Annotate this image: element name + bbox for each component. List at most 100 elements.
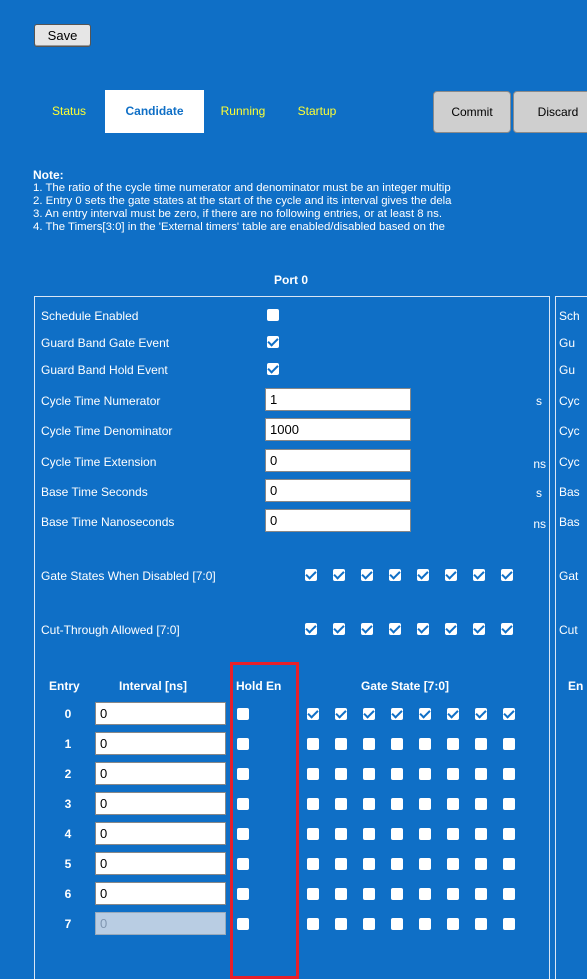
gate-state-bit-1-checkbox[interactable] — [475, 708, 487, 720]
gate-state-bit-4-checkbox[interactable] — [391, 798, 403, 810]
gate-state-bit-0-checkbox[interactable] — [503, 828, 515, 840]
cut-through-allowed-bit-0-checkbox[interactable] — [501, 623, 513, 635]
guard-band-hold-event-checkbox[interactable] — [267, 363, 279, 375]
gate-state-bit-4-checkbox[interactable] — [391, 768, 403, 780]
gate-state-bit-0-checkbox[interactable] — [503, 888, 515, 900]
gate-state-bit-4-checkbox[interactable] — [391, 888, 403, 900]
save-button[interactable]: Save — [34, 24, 91, 47]
interval-input[interactable]: 0 — [95, 852, 226, 875]
gate-state-bit-3-checkbox[interactable] — [419, 798, 431, 810]
gate-state-bit-7-checkbox[interactable] — [307, 828, 319, 840]
gate-states-when-disabled-bit-2-checkbox[interactable] — [445, 569, 457, 581]
gate-state-bit-2-checkbox[interactable] — [447, 888, 459, 900]
gate-state-bit-0-checkbox[interactable] — [503, 858, 515, 870]
gate-state-bit-7-checkbox[interactable] — [307, 888, 319, 900]
gate-state-bit-2-checkbox[interactable] — [447, 918, 459, 930]
gate-state-bit-3-checkbox[interactable] — [419, 918, 431, 930]
gate-state-bit-4-checkbox[interactable] — [391, 828, 403, 840]
gate-state-bit-5-checkbox[interactable] — [363, 888, 375, 900]
gate-state-bit-2-checkbox[interactable] — [447, 858, 459, 870]
gate-state-bit-5-checkbox[interactable] — [363, 918, 375, 930]
gate-state-bit-5-checkbox[interactable] — [363, 708, 375, 720]
gate-state-bit-4-checkbox[interactable] — [391, 708, 403, 720]
gate-state-bit-3-checkbox[interactable] — [419, 828, 431, 840]
gate-state-bit-7-checkbox[interactable] — [307, 738, 319, 750]
cycle-time-denominator-input[interactable]: 1000 — [265, 418, 411, 441]
gate-state-bit-0-checkbox[interactable] — [503, 768, 515, 780]
cycle-time-extension-input[interactable]: 0 — [265, 449, 411, 472]
gate-state-bit-2-checkbox[interactable] — [447, 768, 459, 780]
gate-state-bit-1-checkbox[interactable] — [475, 768, 487, 780]
cut-through-allowed-bit-2-checkbox[interactable] — [445, 623, 457, 635]
gate-state-bit-6-checkbox[interactable] — [335, 828, 347, 840]
tab-startup[interactable]: Startup — [281, 90, 353, 133]
gate-state-bit-3-checkbox[interactable] — [419, 738, 431, 750]
gate-state-bit-1-checkbox[interactable] — [475, 858, 487, 870]
gate-state-bit-5-checkbox[interactable] — [363, 828, 375, 840]
gate-state-bit-4-checkbox[interactable] — [391, 918, 403, 930]
gate-states-when-disabled-bit-1-checkbox[interactable] — [473, 569, 485, 581]
gate-state-bit-3-checkbox[interactable] — [419, 768, 431, 780]
gate-state-bit-7-checkbox[interactable] — [307, 768, 319, 780]
tab-candidate[interactable]: Candidate — [105, 90, 204, 133]
gate-state-bit-6-checkbox[interactable] — [335, 738, 347, 750]
commit-button[interactable]: Commit — [433, 91, 511, 133]
base-time-nanoseconds-input[interactable]: 0 — [265, 509, 411, 532]
gate-state-bit-7-checkbox[interactable] — [307, 708, 319, 720]
gate-state-bit-1-checkbox[interactable] — [475, 918, 487, 930]
gate-state-bit-3-checkbox[interactable] — [419, 858, 431, 870]
gate-state-bit-5-checkbox[interactable] — [363, 798, 375, 810]
cut-through-allowed-bit-4-checkbox[interactable] — [389, 623, 401, 635]
interval-input[interactable]: 0 — [95, 702, 226, 725]
gate-state-bit-0-checkbox[interactable] — [503, 708, 515, 720]
gate-state-bit-1-checkbox[interactable] — [475, 888, 487, 900]
gate-state-bit-6-checkbox[interactable] — [335, 798, 347, 810]
gate-state-bit-0-checkbox[interactable] — [503, 738, 515, 750]
gate-state-bit-7-checkbox[interactable] — [307, 858, 319, 870]
gate-state-bit-0-checkbox[interactable] — [503, 798, 515, 810]
gate-state-bit-2-checkbox[interactable] — [447, 828, 459, 840]
interval-input[interactable]: 0 — [95, 762, 226, 785]
gate-state-bit-5-checkbox[interactable] — [363, 738, 375, 750]
cycle-time-numerator-input[interactable]: 1 — [265, 388, 411, 411]
tab-running[interactable]: Running — [208, 90, 278, 133]
gate-state-bit-4-checkbox[interactable] — [391, 858, 403, 870]
gate-state-bit-6-checkbox[interactable] — [335, 888, 347, 900]
gate-state-bit-2-checkbox[interactable] — [447, 798, 459, 810]
cut-through-allowed-bit-6-checkbox[interactable] — [333, 623, 345, 635]
gate-state-bit-1-checkbox[interactable] — [475, 798, 487, 810]
interval-input[interactable]: 0 — [95, 882, 226, 905]
gate-states-when-disabled-bit-3-checkbox[interactable] — [417, 569, 429, 581]
gate-state-bit-6-checkbox[interactable] — [335, 768, 347, 780]
schedule-enabled-checkbox[interactable] — [267, 309, 279, 321]
discard-button[interactable]: Discard — [513, 91, 587, 133]
gate-state-bit-4-checkbox[interactable] — [391, 738, 403, 750]
gate-states-when-disabled-bit-6-checkbox[interactable] — [333, 569, 345, 581]
base-time-seconds-input[interactable]: 0 — [265, 479, 411, 502]
gate-state-bit-5-checkbox[interactable] — [363, 768, 375, 780]
gate-states-when-disabled-bit-7-checkbox[interactable] — [305, 569, 317, 581]
guard-band-gate-event-checkbox[interactable] — [267, 336, 279, 348]
gate-state-bit-6-checkbox[interactable] — [335, 918, 347, 930]
tab-status[interactable]: Status — [38, 90, 100, 133]
gate-state-bit-2-checkbox[interactable] — [447, 708, 459, 720]
gate-state-bit-6-checkbox[interactable] — [335, 708, 347, 720]
interval-input[interactable]: 0 — [95, 732, 226, 755]
gate-state-bit-0-checkbox[interactable] — [503, 918, 515, 930]
cut-through-allowed-bit-5-checkbox[interactable] — [361, 623, 373, 635]
gate-state-bit-3-checkbox[interactable] — [419, 888, 431, 900]
gate-state-bit-7-checkbox[interactable] — [307, 798, 319, 810]
interval-input[interactable]: 0 — [95, 792, 226, 815]
gate-states-when-disabled-bit-5-checkbox[interactable] — [361, 569, 373, 581]
gate-state-bit-5-checkbox[interactable] — [363, 858, 375, 870]
gate-state-bit-6-checkbox[interactable] — [335, 858, 347, 870]
interval-input[interactable]: 0 — [95, 822, 226, 845]
gate-state-bit-1-checkbox[interactable] — [475, 828, 487, 840]
gate-state-bit-1-checkbox[interactable] — [475, 738, 487, 750]
cut-through-allowed-bit-7-checkbox[interactable] — [305, 623, 317, 635]
gate-state-bit-7-checkbox[interactable] — [307, 918, 319, 930]
gate-state-bit-3-checkbox[interactable] — [419, 708, 431, 720]
gate-states-when-disabled-bit-4-checkbox[interactable] — [389, 569, 401, 581]
gate-state-bit-2-checkbox[interactable] — [447, 738, 459, 750]
gate-states-when-disabled-bit-0-checkbox[interactable] — [501, 569, 513, 581]
